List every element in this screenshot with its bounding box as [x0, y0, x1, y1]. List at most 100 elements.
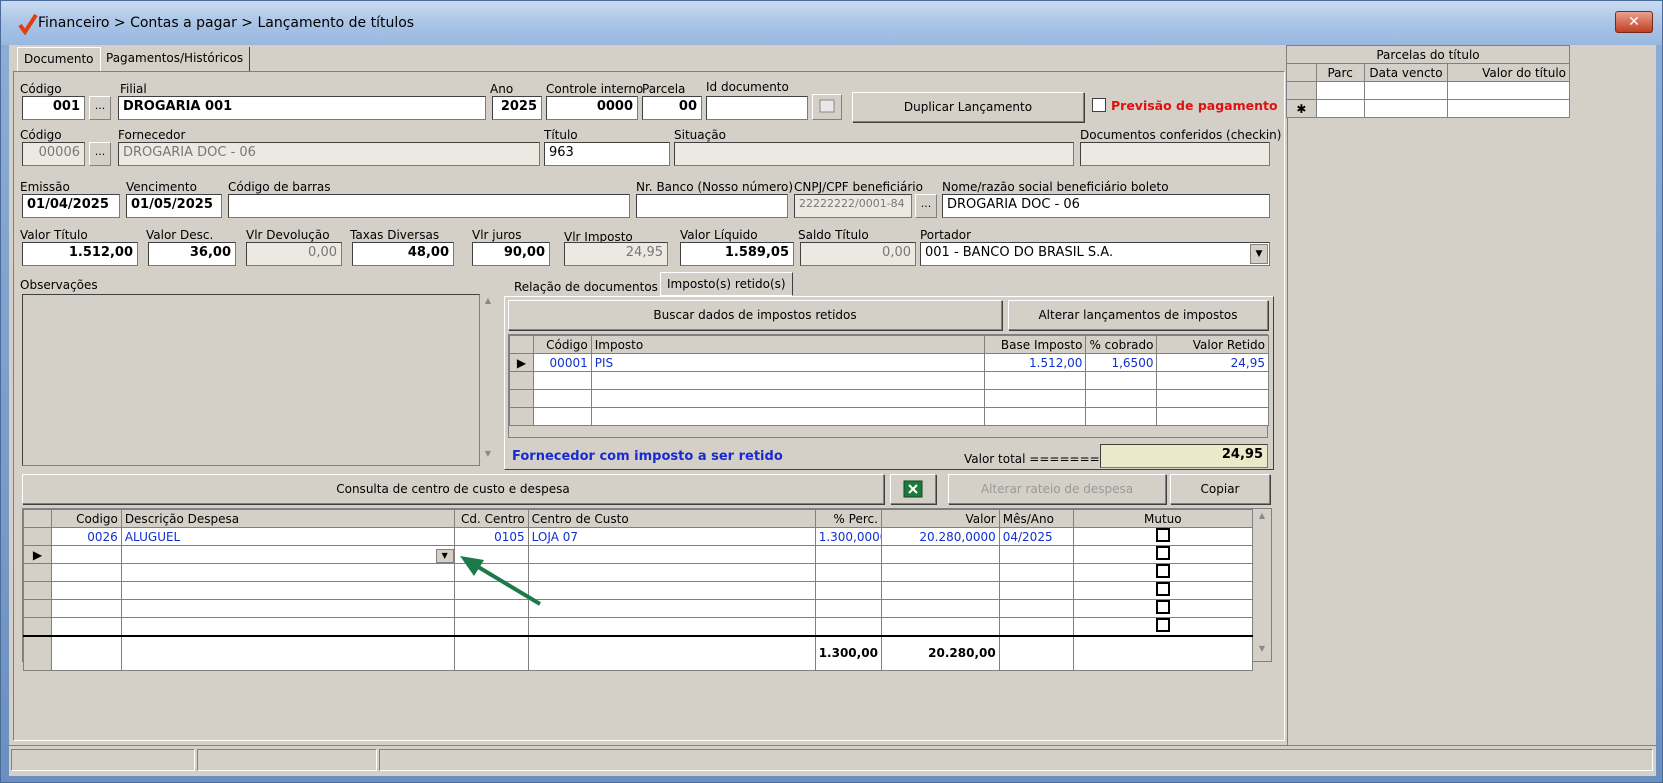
dropdown-arrow-icon[interactable]: ▼ — [435, 548, 454, 563]
scroll-down-icon[interactable]: ▼ — [480, 449, 496, 458]
copiar-button[interactable]: Copiar — [1170, 474, 1270, 504]
table-row[interactable]: 0026 ALUGUEL 0105 LOJA 07 1.300,0000 20.… — [23, 527, 1254, 546]
cnpj-lookup-button[interactable]: ... — [915, 194, 937, 218]
tab-pagamentos[interactable]: Pagamentos/Históricos — [100, 47, 251, 71]
mutuo-checkbox[interactable] — [1155, 600, 1170, 614]
table-row[interactable] — [23, 563, 1254, 582]
close-button[interactable]: ✕ — [1615, 11, 1653, 33]
codigo-barras-field[interactable] — [228, 194, 630, 218]
table-row[interactable] — [509, 371, 1269, 390]
descricao-dropdown-cell[interactable]: ▼ — [120, 545, 455, 564]
filial-field[interactable]: DROGARIA 001 — [118, 96, 486, 120]
despesa-descricao-cell[interactable]: ALUGUEL — [120, 527, 455, 546]
valor-desc-field[interactable]: 36,00 — [148, 242, 236, 266]
previsao-checkbox[interactable] — [1092, 98, 1106, 112]
emissao-field[interactable]: 01/04/2025 — [22, 194, 120, 218]
imposto-codigo-cell[interactable]: 00001 — [532, 353, 592, 372]
cd-centro-cell[interactable]: 0105 — [453, 527, 529, 546]
vlr-devolucao-field[interactable]: 0,00 — [246, 242, 342, 266]
table-row[interactable]: ▶ 00001 PIS 1.512,00 1,6500 24,95 — [509, 353, 1269, 372]
portador-select[interactable]: 001 - BANCO DO BRASIL S.A. — [920, 242, 1270, 266]
valor-cell[interactable]: 20.280,0000 — [880, 527, 1000, 546]
table-row[interactable] — [509, 407, 1269, 426]
ano-field[interactable]: 2025 — [492, 96, 542, 120]
mutuo-checkbox[interactable] — [1155, 582, 1170, 596]
imposto-field[interactable]: 24,95 — [564, 242, 668, 266]
scroll-up-icon[interactable]: ▲ — [1253, 511, 1271, 520]
fornecedor-lookup-button[interactable]: ... — [89, 142, 111, 166]
fornecedor-codigo-field[interactable]: 00006 — [22, 142, 85, 166]
impostos-col-imposto[interactable]: Imposto — [590, 335, 985, 354]
consulta-centro-custo-button[interactable]: Consulta de centro de custo e despesa — [22, 474, 884, 504]
perc-cell[interactable]: 1.300,0000 — [814, 527, 882, 546]
centro-col-valor[interactable]: Valor — [880, 509, 1000, 528]
alterar-impostos-button[interactable]: Alterar lançamentos de impostos — [1008, 300, 1268, 330]
iddoc-field[interactable] — [706, 96, 808, 120]
fornecedor-field[interactable]: DROGARIA DOC - 06 — [118, 142, 540, 166]
parcela-field[interactable]: 00 — [642, 96, 702, 120]
centro-col-codigo[interactable]: Codigo — [50, 509, 122, 528]
mutuo-checkbox[interactable] — [1155, 528, 1170, 542]
centro-custo-cell[interactable]: LOJA 07 — [527, 527, 816, 546]
observacoes-scrollbar[interactable]: ▲ ▼ — [480, 294, 496, 466]
mutuo-checkbox[interactable] — [1155, 546, 1170, 560]
scroll-up-icon[interactable]: ▲ — [480, 296, 496, 305]
table-row[interactable] — [23, 617, 1254, 637]
tab-impostos-retidos[interactable]: Imposto(s) retido(s) — [660, 272, 793, 296]
observacoes-textarea[interactable] — [22, 294, 480, 466]
centro-col-mutuo[interactable]: Mutuo — [1072, 509, 1254, 528]
impostos-col-codigo[interactable]: Código — [532, 335, 592, 354]
centro-col-centro-custo[interactable]: Centro de Custo — [527, 509, 816, 528]
nr-banco-field[interactable] — [636, 194, 788, 218]
imposto-retido-cell[interactable]: 24,95 — [1156, 353, 1269, 372]
table-row[interactable]: ✱ — [1286, 99, 1570, 118]
parcelas-col-vencto[interactable]: Data vencto — [1363, 63, 1449, 82]
titulo-field[interactable]: 963 — [544, 142, 670, 166]
despesa-codigo-cell[interactable]: 0026 — [50, 527, 122, 546]
liquido-field[interactable]: 1.589,05 — [680, 242, 794, 266]
scroll-down-icon[interactable]: ▼ — [1253, 644, 1271, 653]
duplicar-lancamento-button[interactable]: Duplicar Lançamento — [852, 92, 1084, 122]
centro-col-mes-ano[interactable]: Mês/Ano — [998, 509, 1074, 528]
cnpj-field[interactable]: 22222222/0001-84 — [794, 194, 912, 218]
centro-grid-scrollbar[interactable]: ▲ ▼ — [1253, 509, 1271, 661]
docs-conferidos-field[interactable] — [1080, 142, 1270, 166]
controle-field[interactable]: 0000 — [546, 96, 638, 120]
vencimento-field[interactable]: 01/05/2025 — [126, 194, 222, 218]
nome-beneficiario-field[interactable]: DROGARIA DOC - 06 — [942, 194, 1270, 218]
codigo-lookup-button[interactable]: ... — [89, 96, 111, 120]
mes-ano-cell[interactable]: 04/2025 — [998, 527, 1074, 546]
centro-col-perc[interactable]: % Perc. — [814, 509, 882, 528]
mutuo-cell[interactable] — [1072, 527, 1254, 546]
attach-document-button[interactable] — [812, 94, 842, 120]
centro-col-descricao[interactable]: Descrição Despesa — [120, 509, 455, 528]
parcelas-col-parc[interactable]: Parc — [1315, 63, 1365, 82]
taxas-field[interactable]: 48,00 — [352, 242, 454, 266]
alterar-rateio-button[interactable]: Alterar rateio de despesa — [948, 474, 1166, 504]
buscar-impostos-button[interactable]: Buscar dados de impostos retidos — [508, 300, 1002, 330]
impostos-col-cobrado[interactable]: % cobrado — [1085, 335, 1158, 354]
codigo-field[interactable]: 001 — [22, 96, 85, 120]
export-excel-button[interactable] — [890, 474, 936, 504]
valor-titulo-field[interactable]: 1.512,00 — [22, 242, 138, 266]
table-row[interactable] — [23, 599, 1254, 618]
table-row[interactable] — [509, 389, 1269, 408]
imposto-base-cell[interactable]: 1.512,00 — [983, 353, 1087, 372]
tab-relacao-documentos[interactable]: Relação de documentos — [508, 276, 664, 298]
impostos-col-retido[interactable]: Valor Retido — [1156, 335, 1269, 354]
situacao-field[interactable] — [674, 142, 1074, 166]
table-row[interactable]: ▶ ▼ — [23, 545, 1254, 564]
imposto-nome-cell[interactable]: PIS — [590, 353, 985, 372]
juros-field[interactable]: 90,00 — [472, 242, 550, 266]
saldo-field[interactable]: 0,00 — [800, 242, 916, 266]
parcelas-col-valor[interactable]: Valor do título — [1447, 63, 1570, 82]
imposto-cobrado-cell[interactable]: 1,6500 — [1085, 353, 1158, 372]
tab-documento[interactable]: Documento — [17, 47, 101, 71]
mutuo-checkbox[interactable] — [1155, 618, 1170, 632]
impostos-col-base[interactable]: Base Imposto — [983, 335, 1087, 354]
chevron-down-icon[interactable]: ▼ — [1250, 244, 1268, 264]
table-row[interactable] — [1286, 81, 1570, 100]
table-row[interactable] — [23, 581, 1254, 600]
centro-col-cd-centro[interactable]: Cd. Centro — [453, 509, 529, 528]
mutuo-checkbox[interactable] — [1155, 564, 1170, 578]
